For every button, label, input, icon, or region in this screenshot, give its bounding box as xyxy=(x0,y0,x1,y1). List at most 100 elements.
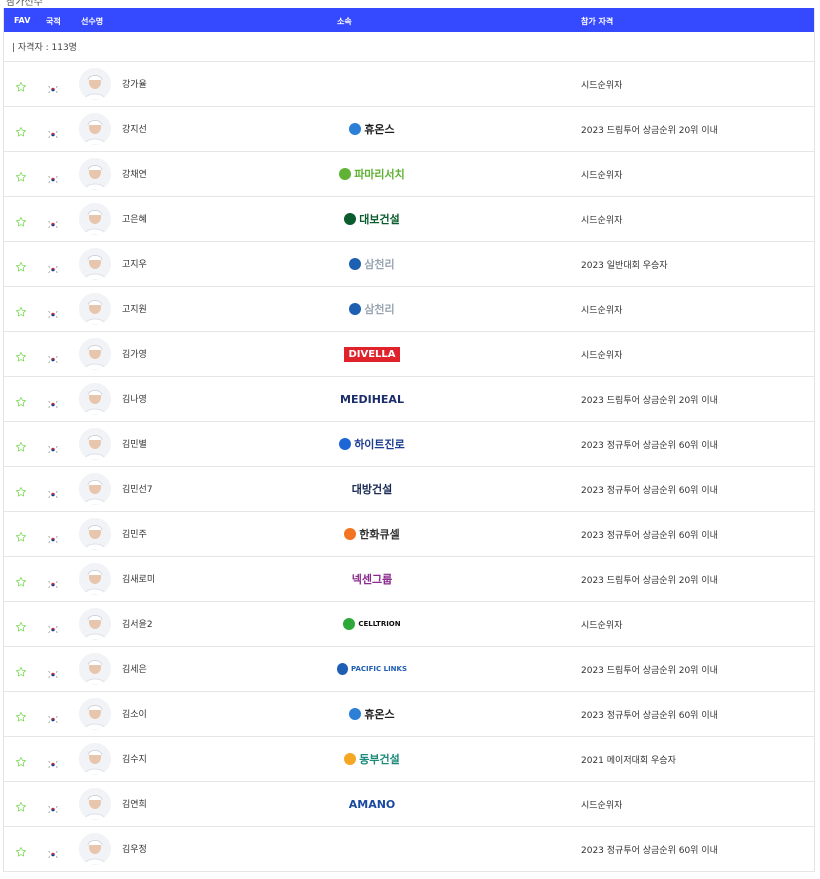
player-name[interactable]: 김가영 xyxy=(122,347,147,360)
korea-flag-icon xyxy=(47,529,59,544)
club-name: 대보건설 xyxy=(359,213,400,226)
player-avatar[interactable] xyxy=(79,473,111,505)
qualifier-count: | 자격자 : 113명 xyxy=(4,32,814,62)
favorite-star-icon[interactable] xyxy=(15,573,27,587)
korea-flag-icon xyxy=(47,124,59,139)
player-avatar[interactable] xyxy=(79,653,111,685)
favorite-star-icon[interactable] xyxy=(15,708,27,722)
favorite-star-icon[interactable] xyxy=(15,483,27,497)
korea-flag-icon xyxy=(47,79,59,94)
player-name[interactable]: 강가율 xyxy=(122,77,147,90)
player-avatar[interactable] xyxy=(79,608,111,640)
player-name[interactable]: 김소이 xyxy=(122,707,147,720)
player-name[interactable]: 김서윤2 xyxy=(122,617,153,630)
player-name[interactable]: 김세은 xyxy=(122,662,147,675)
club-logo xyxy=(337,72,407,96)
table-row: 김가영 DIVELLA 시드순위자 xyxy=(4,332,814,377)
korea-flag-icon xyxy=(47,214,59,229)
qualification-text: 2023 정규투어 상금순위 60위 이내 xyxy=(581,441,718,451)
player-avatar[interactable] xyxy=(79,518,111,550)
favorite-star-icon[interactable] xyxy=(15,393,27,407)
qualification-text: 2023 드림투어 상금순위 20위 이내 xyxy=(581,576,718,586)
korea-flag-icon xyxy=(47,844,59,859)
player-avatar[interactable] xyxy=(79,383,111,415)
player-avatar[interactable] xyxy=(79,293,111,325)
korea-flag-icon xyxy=(47,664,59,679)
player-avatar[interactable] xyxy=(79,203,111,235)
favorite-star-icon[interactable] xyxy=(15,528,27,542)
club-name: 하이트진로 xyxy=(354,438,405,451)
qualification-text: 2023 일반대회 우승자 xyxy=(581,261,668,271)
player-avatar[interactable] xyxy=(79,338,111,370)
table-row: 고은혜 대보건설 시드순위자 xyxy=(4,197,814,242)
club-logo: 삼천리 xyxy=(337,252,407,276)
club-name: DIVELLA xyxy=(344,346,400,362)
club-name: 파마리서치 xyxy=(354,168,405,181)
player-avatar[interactable] xyxy=(79,698,111,730)
favorite-star-icon[interactable] xyxy=(15,618,27,632)
player-avatar[interactable] xyxy=(79,248,111,280)
player-name[interactable]: 강지선 xyxy=(122,122,147,135)
favorite-star-icon[interactable] xyxy=(15,348,27,362)
korea-flag-icon xyxy=(47,259,59,274)
favorite-star-icon[interactable] xyxy=(15,663,27,677)
favorite-star-icon[interactable] xyxy=(15,843,27,857)
player-name[interactable]: 김민별 xyxy=(122,437,147,450)
favorite-star-icon[interactable] xyxy=(15,798,27,812)
player-name[interactable]: 김민주 xyxy=(122,527,147,540)
favorite-star-icon[interactable] xyxy=(15,753,27,767)
player-name[interactable]: 김수지 xyxy=(122,752,147,765)
favorite-star-icon[interactable] xyxy=(15,213,27,227)
club-logo xyxy=(337,837,407,861)
player-name[interactable]: 김나영 xyxy=(122,392,147,405)
korea-flag-icon xyxy=(47,619,59,634)
player-avatar[interactable] xyxy=(79,158,111,190)
player-name[interactable]: 강채연 xyxy=(122,167,147,180)
favorite-star-icon[interactable] xyxy=(15,303,27,317)
favorite-star-icon[interactable] xyxy=(15,123,27,137)
player-table: FAV 국적 선수명 소속 참가 자격 | 자격자 : 113명 강가율 시드순위… xyxy=(3,8,815,872)
table-row: 김소이 휴온스 2023 정규투어 상금순위 60위 이내 xyxy=(4,692,814,737)
qualification-text: 시드순위자 xyxy=(581,81,623,91)
favorite-star-icon[interactable] xyxy=(15,168,27,182)
player-avatar[interactable] xyxy=(79,788,111,820)
club-logo: 동부건설 xyxy=(337,747,407,771)
player-name[interactable]: 고지우 xyxy=(122,257,147,270)
club-logo: DIVELLA xyxy=(337,342,407,366)
player-avatar[interactable] xyxy=(79,833,111,865)
qualification-text: 2023 정규투어 상금순위 60위 이내 xyxy=(581,846,718,856)
qualification-text: 2023 드림투어 상금순위 20위 이내 xyxy=(581,126,718,136)
qualification-text: 시드순위자 xyxy=(581,801,623,811)
table-row: 김새로미 넥센그룹 2023 드림투어 상금순위 20위 이내 xyxy=(4,557,814,602)
player-name[interactable]: 고지원 xyxy=(122,302,147,315)
player-avatar[interactable] xyxy=(79,428,111,460)
table-row: 강채연 파마리서치 시드순위자 xyxy=(4,152,814,197)
club-name: 넥센그룹 xyxy=(351,573,393,586)
club-logo: 파마리서치 xyxy=(337,162,407,186)
favorite-star-icon[interactable] xyxy=(15,258,27,272)
club-name: 동부건설 xyxy=(359,753,400,766)
table-row: 고지우 삼천리 2023 일반대회 우승자 xyxy=(4,242,814,287)
korea-flag-icon xyxy=(47,754,59,769)
club-logo: 휴온스 xyxy=(337,702,407,726)
table-row: 김우정 2023 정규투어 상금순위 60위 이내 xyxy=(4,827,814,872)
player-name[interactable]: 고은혜 xyxy=(122,212,147,225)
favorite-star-icon[interactable] xyxy=(15,438,27,452)
player-avatar[interactable] xyxy=(79,68,111,100)
player-name[interactable]: 김새로미 xyxy=(122,572,155,585)
club-name: MEDIHEAL xyxy=(340,392,404,406)
player-name[interactable]: 김연희 xyxy=(122,797,147,810)
player-name[interactable]: 김민선7 xyxy=(122,482,153,495)
korea-flag-icon xyxy=(47,304,59,319)
table-row: 김수지 동부건설 2021 메이저대회 우승자 xyxy=(4,737,814,782)
player-avatar[interactable] xyxy=(79,743,111,775)
player-avatar[interactable] xyxy=(79,563,111,595)
player-name[interactable]: 김우정 xyxy=(122,842,147,855)
club-logo: 한화큐셀 xyxy=(337,522,407,546)
club-name: 대방건설 xyxy=(351,483,393,496)
favorite-star-icon[interactable] xyxy=(15,78,27,92)
club-logo-mark-icon xyxy=(349,708,362,720)
player-avatar[interactable] xyxy=(79,113,111,145)
club-name: CELLTRION xyxy=(358,620,401,628)
qualification-text: 2023 드림투어 상금순위 20위 이내 xyxy=(581,396,718,406)
